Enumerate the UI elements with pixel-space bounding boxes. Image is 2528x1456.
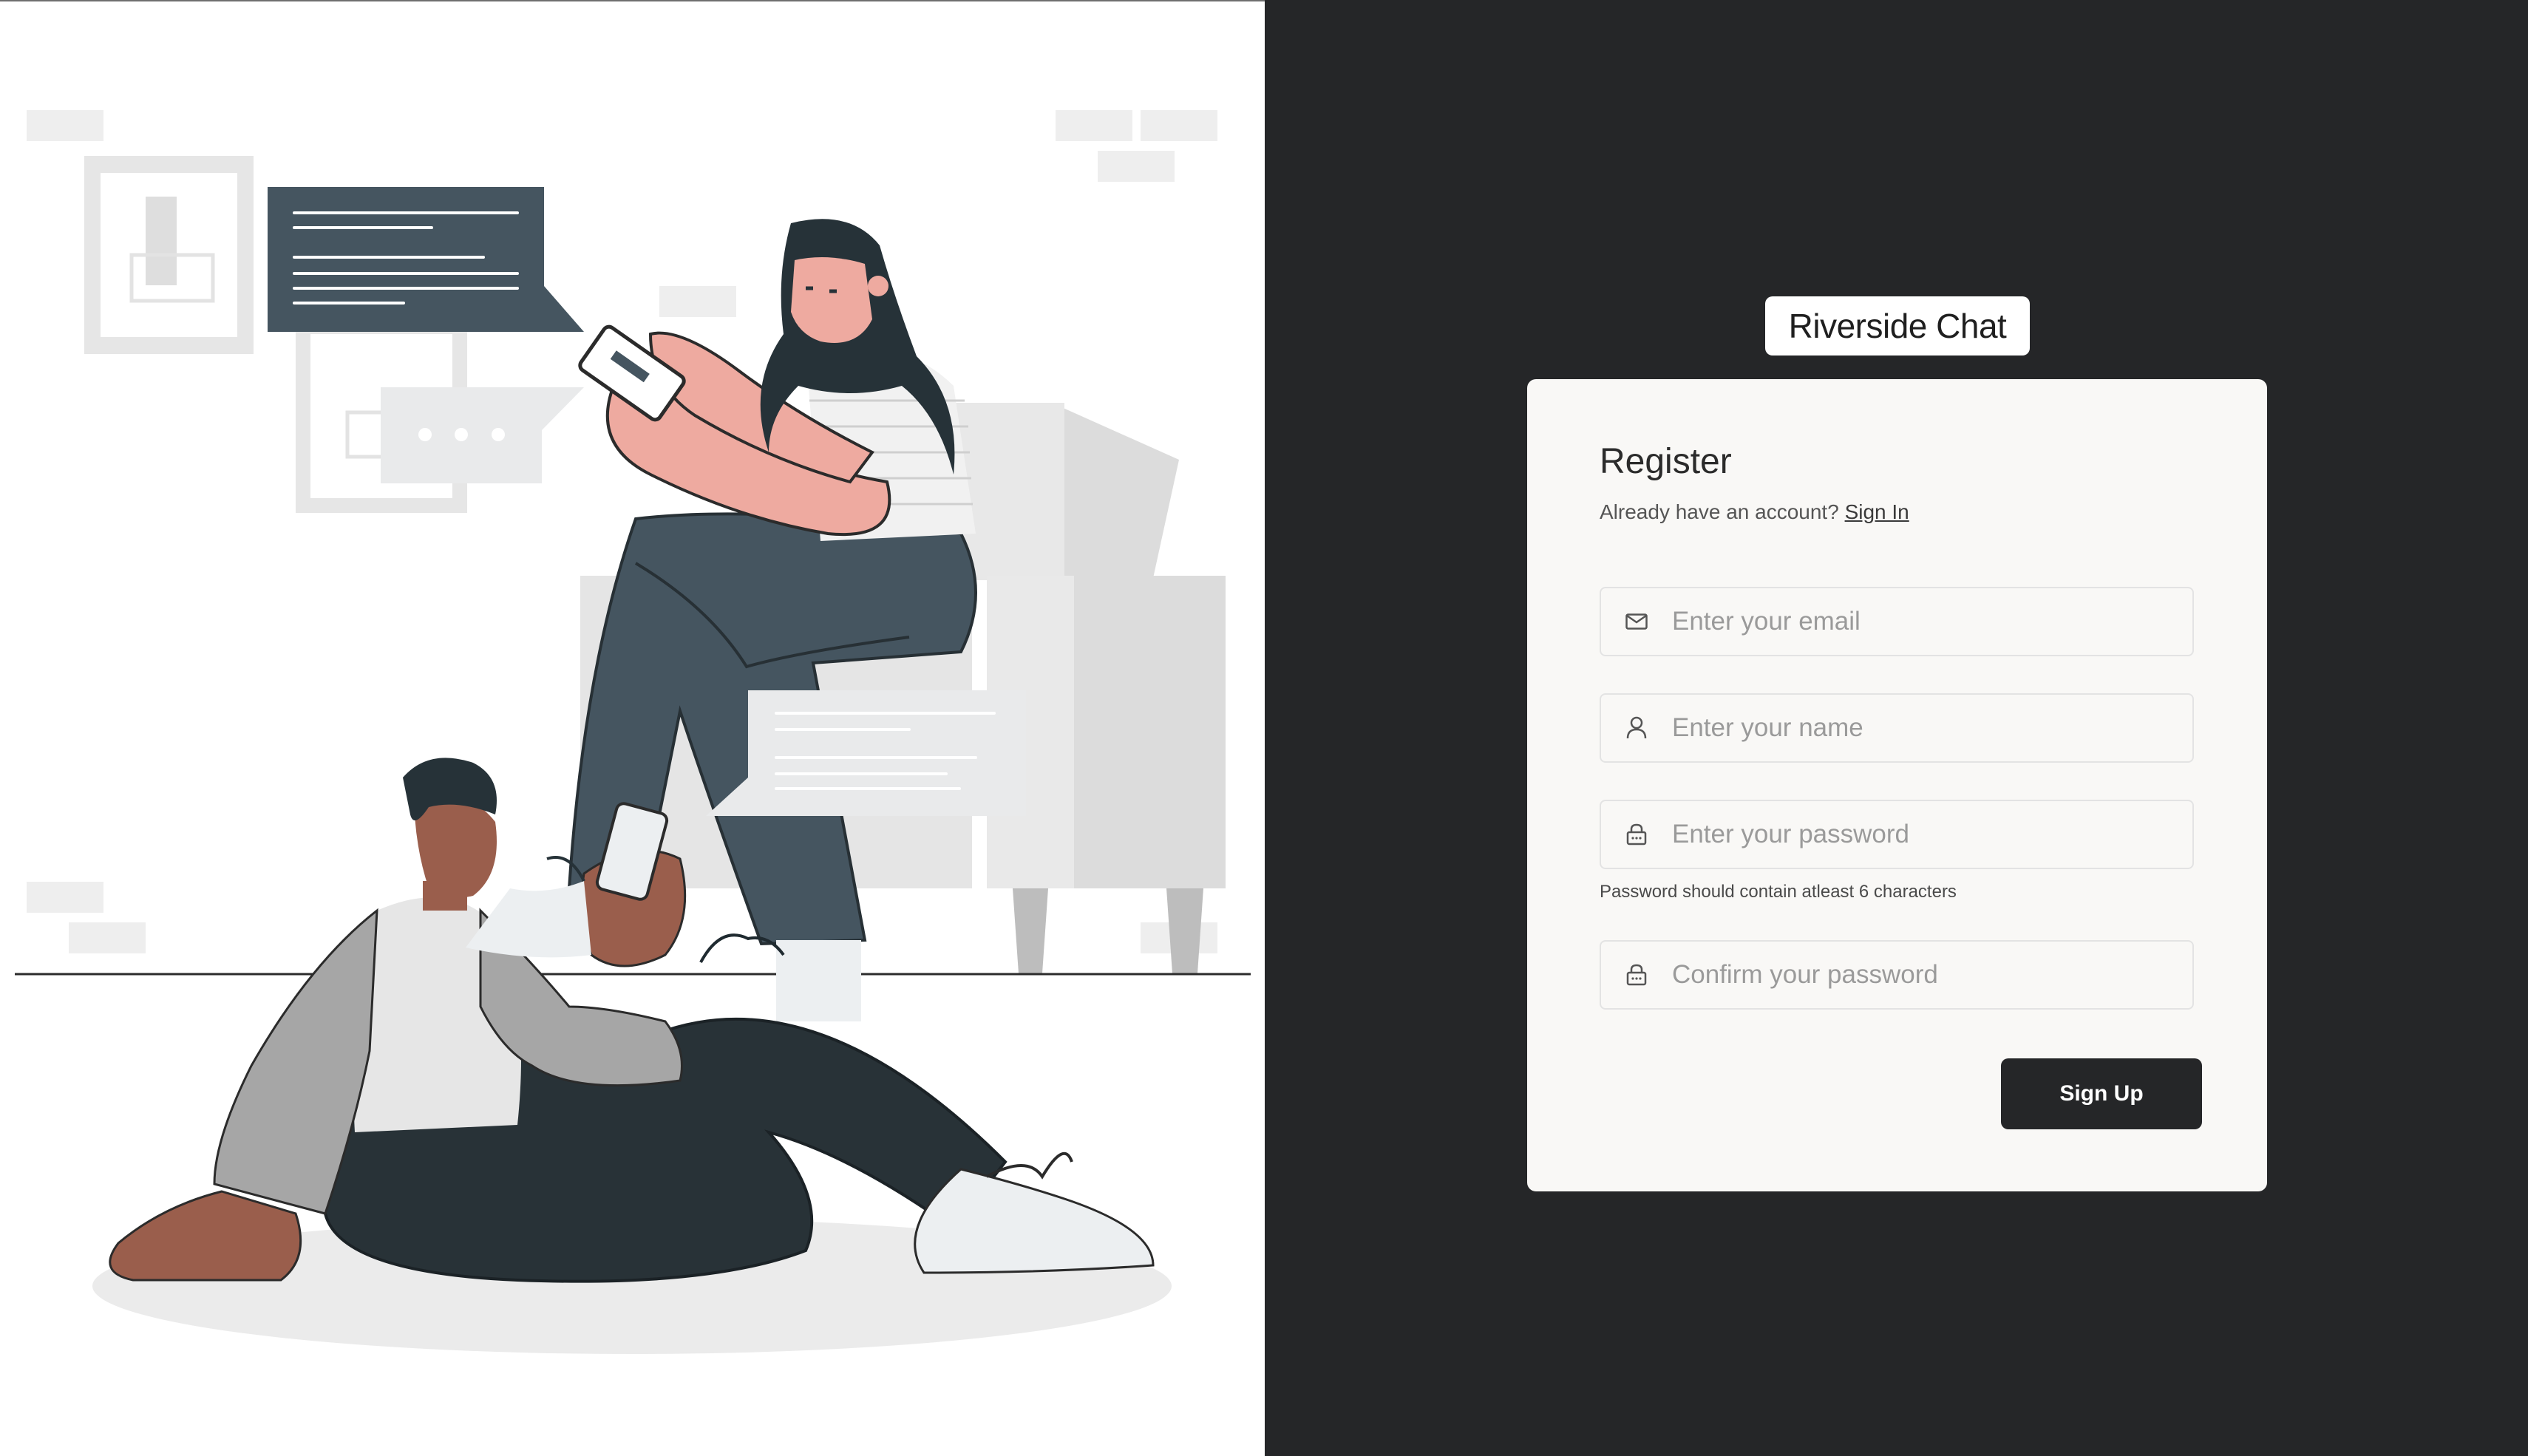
lock-icon (1623, 962, 1650, 988)
password-hint: Password should contain atleast 6 charac… (1600, 882, 1957, 902)
password-field[interactable] (1600, 800, 2194, 869)
confirm-password-field[interactable] (1600, 940, 2194, 1010)
signin-prompt-text: Already have an account? (1600, 500, 1839, 523)
chatting-people-illustration (15, 110, 1251, 1354)
lock-icon (1623, 821, 1650, 848)
user-icon (1623, 715, 1650, 741)
register-heading: Register (1600, 442, 1732, 481)
auth-panel: Riverside Chat Register Already have an … (1265, 0, 2528, 1456)
signup-button[interactable]: Sign Up (2001, 1058, 2202, 1129)
name-input[interactable] (1672, 706, 2160, 750)
name-field[interactable] (1600, 693, 2194, 763)
register-page: Riverside Chat Register Already have an … (0, 0, 2528, 1456)
signin-prompt: Already have an account? Sign In (1600, 500, 1909, 524)
illustration-panel (0, 0, 1265, 1456)
email-field[interactable] (1600, 587, 2194, 656)
email-input[interactable] (1672, 599, 2160, 644)
password-input[interactable] (1672, 812, 2160, 857)
app-title: Riverside Chat (1765, 296, 2030, 356)
signin-link[interactable]: Sign In (1845, 500, 1909, 523)
confirm-password-input[interactable] (1672, 953, 2160, 997)
mail-icon (1623, 608, 1650, 635)
register-card: Register Already have an account? Sign I… (1527, 379, 2267, 1191)
